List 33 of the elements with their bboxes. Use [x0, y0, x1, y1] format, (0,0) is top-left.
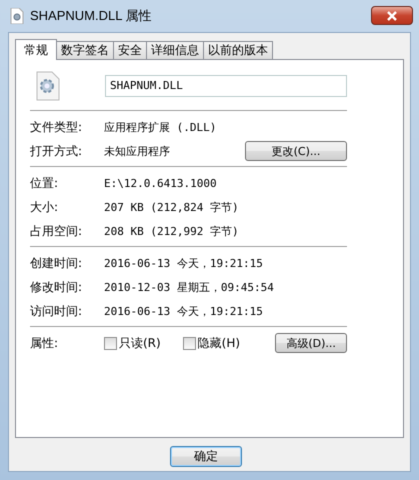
- field-value: 2016-06-13 今天，19:21:15: [104, 256, 264, 270]
- close-icon: [386, 10, 398, 20]
- tab[interactable]: 详细信息: [146, 41, 204, 59]
- file-name-field[interactable]: SHAPNUM.DLL: [105, 75, 347, 97]
- field-value: 未知应用程序: [104, 144, 171, 158]
- field-label: 文件类型:: [30, 118, 84, 136]
- close-button[interactable]: [371, 6, 413, 25]
- field-label: 大小:: [30, 198, 60, 216]
- tab[interactable]: 常规: [15, 39, 57, 60]
- advanced-button[interactable]: 高级(D)...: [275, 333, 347, 353]
- window-title: SHAPNUM.DLL 属性: [30, 7, 153, 25]
- field-value: 207 KB (212,824 字节): [104, 200, 240, 214]
- field-label: 位置:: [30, 174, 60, 192]
- field-value: 208 KB (212,992 字节): [104, 224, 240, 238]
- field-label: 占用空间:: [30, 222, 84, 240]
- change-button[interactable]: 更改(C)...: [245, 141, 347, 161]
- tab[interactable]: 以前的版本: [203, 41, 273, 59]
- tab[interactable]: 数字签名: [56, 41, 114, 59]
- checkbox[interactable]: [104, 336, 117, 350]
- field-value: 2016-06-13 今天，19:21:15: [104, 304, 264, 318]
- checkbox-label: 隐藏(H): [198, 334, 240, 352]
- field-label: 打开方式:: [30, 142, 84, 160]
- checkbox[interactable]: [182, 336, 196, 350]
- field-label: 访问时间:: [30, 302, 84, 320]
- field-label: 修改时间:: [30, 278, 84, 296]
- field-value: E:\12.0.6413.1000: [104, 176, 218, 190]
- field-value: 2010-12-03 星期五，09:45:54: [104, 280, 275, 294]
- field-label: 创建时间:: [30, 254, 84, 272]
- tab[interactable]: 安全: [113, 41, 147, 59]
- ok-button[interactable]: 确定: [170, 446, 242, 467]
- checkbox-label: 只读(R): [119, 334, 161, 352]
- field-value: 应用程序扩展 (.DLL): [104, 120, 218, 134]
- field-label: 属性:: [30, 334, 60, 352]
